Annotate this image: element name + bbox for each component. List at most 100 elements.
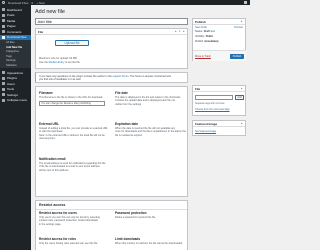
- tags-title: File: [195, 86, 201, 91]
- comments-icon: [2, 30, 5, 34]
- toggle-icon[interactable]: ▲: [183, 30, 185, 33]
- plugins-icon: [2, 76, 5, 80]
- move-down-icon[interactable]: ▼: [179, 30, 181, 33]
- admin-bar: Download Files 0 + New: [0, 0, 250, 5]
- toggle-icon[interactable]: ▲: [241, 87, 243, 90]
- external-url-title: External URL: [39, 122, 60, 126]
- sidebar-item-label: Comments: [7, 29, 22, 34]
- schedule-label: Publish: [195, 39, 204, 43]
- pages-icon: [2, 24, 5, 28]
- file-metabox-header[interactable]: File ▲ ▼ ▲: [36, 29, 187, 35]
- file-help-text: Maximum size for upload: 64 MB Use the M…: [39, 57, 81, 64]
- preview-button[interactable]: Preview: [234, 26, 243, 29]
- file-date-title: File date: [115, 91, 128, 95]
- upload-file-button[interactable]: Upload file: [55, 40, 89, 46]
- add-tag-button[interactable]: Add: [235, 95, 244, 100]
- notification-title: Notification email: [39, 157, 66, 161]
- appearance-icon: [2, 71, 5, 75]
- sidebar-item-label: Posts: [7, 13, 15, 18]
- tags-input[interactable]: [195, 95, 233, 100]
- admin-sidebar: Dashboard Posts Media Pages Comments Download…: [0, 5, 31, 250]
- restrict-roles-field: Restrict access for roles Only the users…: [39, 237, 110, 245]
- restrict-users-desc-3: in the settings page.: [39, 222, 62, 226]
- sidebar-item-collapse-menu[interactable]: Collapse menu: [0, 98, 31, 104]
- restrict-roles-desc: Only the users having roles selected can…: [39, 242, 98, 245]
- help-prefix: Use the: [39, 60, 49, 64]
- dashboard-icon: [2, 8, 5, 12]
- support-forum-link[interactable]: support forum: [113, 75, 129, 78]
- toggle-icon[interactable]: ▲: [241, 122, 243, 125]
- expiration-title: Expiration date: [115, 122, 139, 126]
- sidebar-item-label: Users: [7, 81, 15, 86]
- restrict-access-metabox: Restrict access Restrict access for user…: [35, 200, 188, 250]
- restrict-roles-title: Restrict access for roles: [39, 237, 77, 241]
- edit-status-link[interactable]: Edit: [211, 30, 215, 33]
- restrict-users-desc: Only users you own this can only be foun…: [39, 216, 110, 226]
- featured-image-header[interactable]: Featured Image ▲: [193, 121, 245, 127]
- most-used-tags-link[interactable]: Choose from the most used tags: [195, 108, 230, 111]
- limit-downloads-desc: When this number is reached, the file ca…: [115, 242, 183, 245]
- limit-downloads-field: Limit downloads When this number is reac…: [115, 237, 186, 245]
- new-content-link[interactable]: + New: [36, 1, 45, 5]
- file-metabox-title: File: [38, 29, 44, 34]
- save-draft-button[interactable]: Save Draft: [195, 26, 207, 29]
- user-avatar[interactable]: [244, 1, 247, 4]
- tags-order-controls[interactable]: ▲: [241, 87, 243, 90]
- page-title: Add new file: [35, 9, 65, 15]
- publish-metabox: Publish ▲ Save Draft Preview Status: Dra…: [192, 18, 246, 61]
- submenu-item-statistics[interactable]: Statistics: [0, 63, 31, 68]
- filename-field: Filename This filename is the file is sh…: [39, 91, 110, 106]
- limit-downloads-title: Limit downloads: [115, 237, 141, 241]
- tags-metabox: File ▲ Add Separate tags with commas Cho…: [192, 85, 246, 116]
- publish-actions: Move to Trash Publish: [193, 50, 246, 61]
- sidebar-item-label: Pages: [7, 24, 16, 29]
- sidebar-item-label: Download files: [7, 35, 27, 40]
- featured-order-controls[interactable]: ▲: [241, 122, 243, 125]
- publish-order-controls[interactable]: ▲: [241, 20, 243, 23]
- site-name-link[interactable]: Download Files: [8, 1, 29, 5]
- external-url-desc: Instead of adding a local file, you can …: [39, 127, 110, 141]
- sidebar-item-label: Appearance: [7, 70, 24, 75]
- settings-icon: [2, 93, 5, 97]
- comments-count[interactable]: 0: [32, 1, 34, 5]
- wordpress-logo-icon[interactable]: [2, 1, 5, 4]
- move-up-icon[interactable]: ▲: [175, 30, 177, 33]
- posts-icon: [2, 13, 5, 17]
- sidebar-item-label: Media: [7, 18, 16, 23]
- password-desc: Define a password to protect this file.: [115, 216, 156, 219]
- filename-desc: This filename is the file is shown in th…: [39, 96, 103, 99]
- expiration-desc: When the date is reached the file will n…: [115, 127, 186, 137]
- external-url-field: External URL Instead of adding a local f…: [39, 122, 110, 141]
- file-date-field: File date The date is displayed in the l…: [115, 91, 186, 106]
- move-to-trash-link[interactable]: Move to Trash: [195, 55, 211, 58]
- notice-line-2: you find lots of feedback in it as well.: [39, 78, 82, 82]
- download-files-submenu: All files Add New file Categories Tags Setti…: [0, 40, 31, 68]
- external-url-desc-4: used anymore.: [39, 137, 56, 141]
- title-input[interactable]: Add title: [35, 18, 188, 25]
- support-notice: If you have any questions to the plugin …: [35, 72, 188, 83]
- schedule-value: immediately: [204, 39, 219, 43]
- users-icon: [2, 82, 5, 86]
- filename-input[interactable]: You can change the filename after publis…: [39, 100, 105, 106]
- tags-help-text: Separate tags with commas: [195, 102, 225, 105]
- filename-title: Filename: [39, 91, 53, 95]
- password-protection-field: Password protection Define a password to…: [115, 211, 186, 219]
- notification-email-field: Notification email The email address is …: [39, 157, 110, 172]
- password-title: Password protection: [115, 211, 147, 215]
- schedule-row: Publish immediately: [193, 39, 245, 44]
- help-suffix: to set the file.: [64, 60, 81, 64]
- tags-metabox-header[interactable]: File ▲: [193, 86, 245, 92]
- file-metabox: File ▲ ▼ ▲ Upload file Maximum size for …: [35, 28, 188, 69]
- publish-title: Publish: [195, 19, 206, 24]
- notification-desc: The email address is used for notificati…: [39, 162, 110, 172]
- publish-button[interactable]: Publish: [230, 54, 244, 59]
- media-library-link[interactable]: Media Library: [49, 61, 65, 64]
- metabox-order-controls[interactable]: ▲ ▼ ▲: [175, 30, 185, 33]
- set-featured-image-link[interactable]: Set featured image: [195, 130, 216, 133]
- expiration-desc-3: file is marked as expired: [115, 133, 142, 137]
- notification-desc-3: will be sent to this address.: [39, 168, 70, 172]
- file-date-desc: The date is displayed in the list and ou…: [115, 96, 186, 106]
- visibility-label: Visibility:: [195, 34, 205, 38]
- toggle-icon[interactable]: ▲: [241, 20, 243, 23]
- sidebar-item-label: Plugins: [7, 76, 17, 81]
